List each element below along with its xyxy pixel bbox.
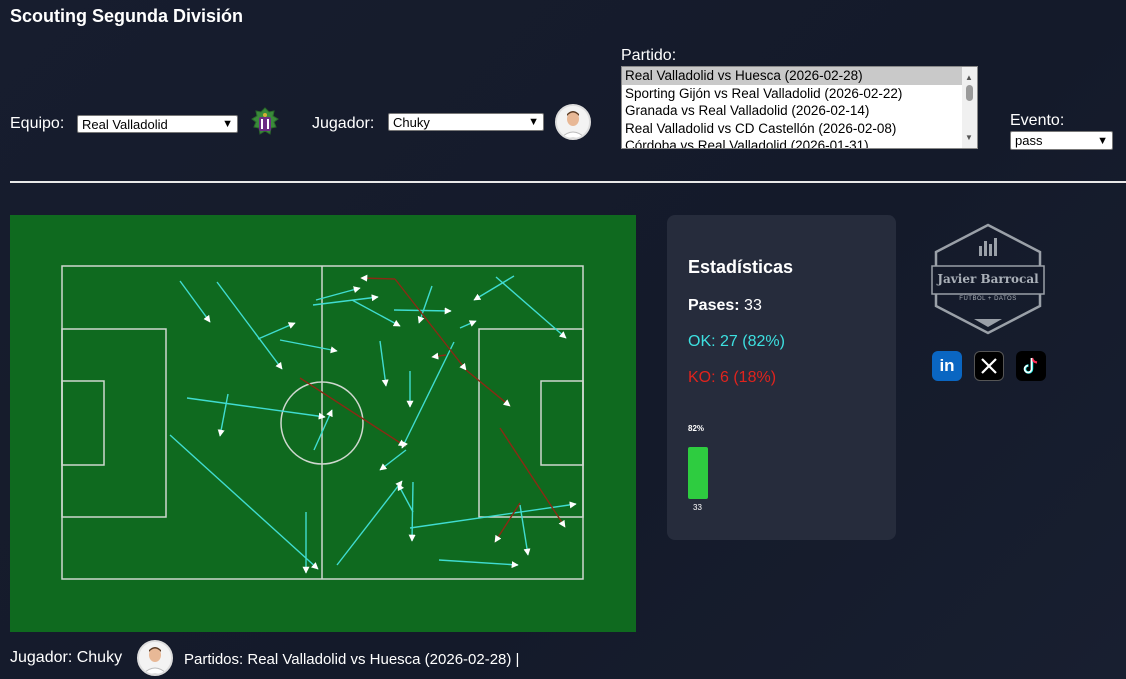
partido-option[interactable]: Real Valladolid vs CD Castellón (2026-02… xyxy=(622,120,977,138)
pases-label: Pases: xyxy=(688,297,740,314)
pass-ok-arrow xyxy=(409,501,577,529)
equipo-select-value: Real Valladolid xyxy=(82,116,168,132)
partido-option[interactable]: Córdoba vs Real Valladolid (2026-01-31) xyxy=(622,137,977,148)
ko-stat: KO: 6 (18%) xyxy=(688,369,777,386)
pass-ko-arrow xyxy=(499,427,566,528)
equipo-label: Equipo: xyxy=(10,115,65,132)
pass-ok-arrow xyxy=(519,504,531,556)
linkedin-icon[interactable]: in xyxy=(932,351,962,381)
pass-ok-arrow xyxy=(397,483,414,513)
pass-map-pitch xyxy=(10,215,636,632)
partido-option[interactable]: Granada vs Real Valladolid (2026-02-14) xyxy=(622,102,977,120)
brand-logo: Javier Barrocal FÚTBOL + DATOS xyxy=(930,222,1046,338)
player-avatar xyxy=(555,104,591,140)
team-crest-icon xyxy=(250,107,280,141)
pass-ko-arrow xyxy=(394,278,467,371)
pass-ok-arrow xyxy=(393,307,452,315)
scroll-down-icon[interactable]: ▼ xyxy=(965,129,973,147)
pass-ok-arrow xyxy=(336,480,403,566)
partido-label: Partido: xyxy=(621,47,677,64)
brand-name: Javier Barrocal xyxy=(937,272,1039,286)
chevron-down-icon: ▼ xyxy=(528,116,539,128)
pass-ko-arrow xyxy=(465,369,511,407)
pass-ok-arrow xyxy=(179,280,211,323)
partido-option[interactable]: Sporting Gijón vs Real Valladolid (2026-… xyxy=(622,85,977,103)
ok-bar xyxy=(688,447,708,499)
pass-ok-arrow xyxy=(459,320,477,329)
pass-ko-arrow xyxy=(360,274,396,282)
chevron-down-icon: ▼ xyxy=(1097,134,1108,147)
page-title: Scouting Segunda División xyxy=(10,6,244,26)
partido-listbox[interactable]: Real Valladolid vs Huesca (2026-02-28) S… xyxy=(621,66,978,149)
jugador-select[interactable]: Chuky ▼ xyxy=(388,113,544,131)
pass-ok-arrow xyxy=(351,299,401,327)
footer-player-avatar xyxy=(137,640,173,676)
passes-layer xyxy=(169,274,577,574)
pass-ok-arrow xyxy=(257,322,296,340)
pitch-lines xyxy=(61,265,584,580)
pass-ko-arrow xyxy=(299,377,406,447)
stats-title: Estadísticas xyxy=(688,257,794,277)
divider xyxy=(10,181,1126,183)
footer-partidos: Partidos: Real Valladolid vs Huesca (202… xyxy=(184,651,520,668)
bar-percent-label: 82% xyxy=(688,424,705,433)
pass-ok-arrow xyxy=(379,449,407,471)
x-icon[interactable] xyxy=(974,351,1004,381)
pass-map-svg xyxy=(61,265,584,580)
evento-select-value: pass xyxy=(1015,133,1043,148)
ok-stat: OK: 27 (82%) xyxy=(688,333,785,350)
equipo-select[interactable]: Real Valladolid ▼ xyxy=(77,115,238,133)
brand-tagline: FÚTBOL + DATOS xyxy=(959,296,1017,302)
pass-ok-arrow xyxy=(279,339,338,354)
pass-ok-arrow xyxy=(379,340,389,387)
scroll-up-icon[interactable]: ▲ xyxy=(965,69,973,87)
evento-label: Evento: xyxy=(1010,112,1065,129)
chevron-down-icon: ▼ xyxy=(222,118,233,130)
pass-ok-arrow xyxy=(438,559,519,569)
listbox-scrollbar[interactable]: ▲ ▼ xyxy=(962,67,977,148)
pases-stat: Pases: 33 xyxy=(688,297,762,315)
footer-jugador: Jugador: Chuky xyxy=(10,649,123,666)
scrollbar-thumb[interactable] xyxy=(966,85,973,101)
pass-ok-arrow xyxy=(217,393,229,437)
pass-ok-arrow xyxy=(186,397,326,420)
pass-ok-arrow xyxy=(216,281,283,370)
bar-count-label: 33 xyxy=(693,503,702,512)
pases-value: 33 xyxy=(744,297,762,314)
tiktok-icon[interactable] xyxy=(1016,351,1046,381)
ok-bar-track xyxy=(688,435,708,499)
pass-ko-arrow xyxy=(494,502,521,543)
pass-ko-arrow xyxy=(431,352,447,360)
partido-option-selected[interactable]: Real Valladolid vs Huesca (2026-02-28) xyxy=(622,67,977,85)
evento-select[interactable]: pass ▼ xyxy=(1010,131,1113,150)
jugador-select-value: Chuky xyxy=(393,114,430,130)
stats-card: Estadísticas Pases: 33 OK: 27 (82%) KO: … xyxy=(667,215,896,540)
jugador-label: Jugador: xyxy=(312,115,375,132)
